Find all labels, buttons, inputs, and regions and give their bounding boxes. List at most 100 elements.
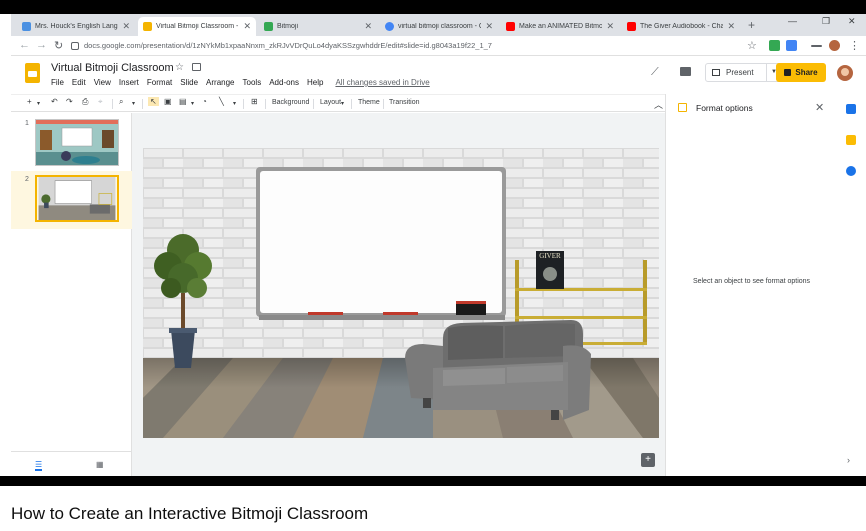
close-window-icon[interactable]: ✕	[848, 16, 856, 27]
shape-icon[interactable]: ◔	[202, 97, 207, 106]
browser-tab-strip: Mrs. Houck's English Langua ✕ Virtual Bi…	[11, 14, 866, 36]
tab-title: Virtual Bitmoji Classroom - G	[156, 23, 240, 30]
calendar-icon[interactable]	[846, 104, 856, 114]
share-button[interactable]: Share	[776, 63, 826, 82]
menu-insert[interactable]: Insert	[119, 78, 139, 87]
browser-tab[interactable]: Make an ANIMATED Bitmoji ✕	[501, 17, 619, 36]
slides-header: Virtual Bitmoji Classroom ☆ File Edit Vi…	[11, 56, 866, 94]
extension-menu-icon[interactable]	[811, 45, 822, 47]
move-to-folder-icon[interactable]	[192, 63, 201, 71]
chevron-down-icon[interactable]: ▾	[37, 100, 40, 107]
grid-view-icon[interactable]: ▦	[96, 460, 104, 469]
book-title: GIVER	[539, 252, 561, 260]
minimize-icon[interactable]: —	[788, 16, 797, 26]
print-icon[interactable]: ⎙	[82, 97, 88, 107]
slide-canvas-area: GIVER +	[132, 113, 665, 476]
menu-slide[interactable]: Slide	[180, 78, 198, 87]
transition-button[interactable]: Transition	[389, 99, 419, 106]
browser-tab-active[interactable]: Virtual Bitmoji Classroom - G ✕	[138, 17, 256, 36]
maximize-icon[interactable]: ❐	[822, 16, 830, 27]
background-button[interactable]: Background	[272, 99, 309, 106]
chevron-down-icon[interactable]: ▾	[191, 100, 194, 107]
select-cursor-icon[interactable]: ↖	[148, 97, 159, 106]
present-button[interactable]: Present ▼	[705, 63, 783, 82]
add-comment-icon[interactable]: ⊞	[251, 97, 258, 106]
whiteboard	[256, 167, 506, 320]
share-label: Share	[795, 68, 818, 77]
divider	[313, 99, 314, 109]
close-tab-icon[interactable]: ✕	[364, 21, 372, 32]
chevron-down-icon[interactable]: ▾	[233, 100, 236, 107]
menu-bar: File Edit View Insert Format Slide Arran…	[51, 78, 430, 87]
divider	[243, 99, 244, 109]
close-icon[interactable]: ✕	[815, 101, 824, 114]
chevron-right-icon[interactable]: ›	[847, 455, 850, 465]
video-letterbox-bottom	[0, 476, 866, 486]
menu-format[interactable]: Format	[147, 78, 172, 87]
theme-button[interactable]: Theme	[358, 99, 380, 106]
close-tab-icon[interactable]: ✕	[727, 21, 735, 32]
document-title[interactable]: Virtual Bitmoji Classroom	[51, 62, 174, 74]
panel-hint: Select an object to see format options	[692, 278, 811, 285]
reload-icon[interactable]: ↻	[54, 39, 63, 52]
save-status[interactable]: All changes saved in Drive	[335, 78, 429, 87]
redo-icon[interactable]: ↷	[66, 97, 73, 106]
menu-addons[interactable]: Add-ons	[269, 78, 299, 87]
menu-edit[interactable]: Edit	[72, 78, 86, 87]
tasks-icon[interactable]	[846, 166, 856, 176]
star-icon[interactable]: ☆	[175, 62, 184, 73]
zoom-icon[interactable]: ⌕	[119, 97, 123, 107]
slide-number: 2	[25, 176, 29, 183]
browser-tab[interactable]: Mrs. Houck's English Langua ✕	[17, 17, 135, 36]
back-icon[interactable]: ←	[19, 39, 30, 51]
chevron-up-icon[interactable]: ︿	[654, 98, 663, 111]
text-box-icon[interactable]: ▣	[164, 97, 172, 106]
account-avatar[interactable]	[837, 65, 853, 81]
close-tab-icon[interactable]: ✕	[243, 21, 251, 32]
menu-help[interactable]: Help	[307, 78, 323, 87]
book-the-giver: GIVER	[536, 251, 564, 289]
browser-tab[interactable]: Bitmoji ✕	[259, 17, 377, 36]
extension-icon[interactable]	[786, 40, 797, 51]
divider	[112, 99, 113, 109]
keep-icon[interactable]	[846, 135, 856, 145]
line-icon[interactable]: ╲	[219, 97, 224, 106]
browser-tab[interactable]: virtual bitmoji classroom - G ✕	[380, 17, 498, 36]
chevron-down-icon[interactable]: ▾	[341, 100, 344, 107]
filmstrip-view-icon[interactable]: ☰	[35, 460, 43, 471]
browser-menu-icon[interactable]: ⋮	[849, 39, 860, 52]
add-notes-icon[interactable]: +	[641, 453, 655, 467]
layout-button[interactable]: Layout	[320, 99, 341, 106]
profile-avatar-icon[interactable]	[829, 40, 840, 51]
side-panel-rail: ›	[836, 94, 866, 476]
chevron-down-icon[interactable]: ▾	[132, 100, 135, 107]
youtube-favicon-icon	[506, 22, 515, 31]
bookmark-star-icon[interactable]: ☆	[747, 39, 757, 52]
url-text: docs.google.com/presentation/d/1zNYkMb1x…	[84, 41, 492, 50]
browser-tab[interactable]: The Giver Audiobook - Chap ✕	[622, 17, 740, 36]
new-slide-icon[interactable]: +	[27, 97, 32, 106]
menu-tools[interactable]: Tools	[243, 78, 262, 87]
new-tab-icon[interactable]: +	[748, 18, 755, 32]
close-tab-icon[interactable]: ✕	[485, 21, 493, 32]
slide-thumbnail[interactable]	[35, 119, 119, 166]
slide-thumbnail-selected[interactable]	[35, 175, 119, 222]
youtube-favicon-icon	[627, 22, 636, 31]
activity-trend-icon[interactable]: ⟋	[651, 66, 659, 79]
comment-history-icon[interactable]	[680, 67, 691, 76]
image-icon[interactable]: ▤	[179, 97, 187, 106]
close-tab-icon[interactable]: ✕	[122, 21, 130, 32]
divider	[142, 99, 143, 109]
menu-file[interactable]: File	[51, 78, 64, 87]
paint-format-icon[interactable]: ⌖	[98, 97, 103, 107]
url-field[interactable]: docs.google.com/presentation/d/1zNYkMb1x…	[71, 39, 776, 53]
undo-icon[interactable]: ↶	[51, 97, 58, 106]
filmstrip-footer: ☰ ▦	[11, 451, 132, 476]
slide-canvas[interactable]: GIVER	[143, 148, 659, 438]
forward-icon[interactable]: →	[36, 39, 47, 51]
close-tab-icon[interactable]: ✕	[606, 21, 614, 32]
menu-arrange[interactable]: Arrange	[206, 78, 234, 87]
extension-icon[interactable]	[769, 40, 780, 51]
google-slides-logo-icon[interactable]	[25, 63, 40, 83]
menu-view[interactable]: View	[94, 78, 111, 87]
